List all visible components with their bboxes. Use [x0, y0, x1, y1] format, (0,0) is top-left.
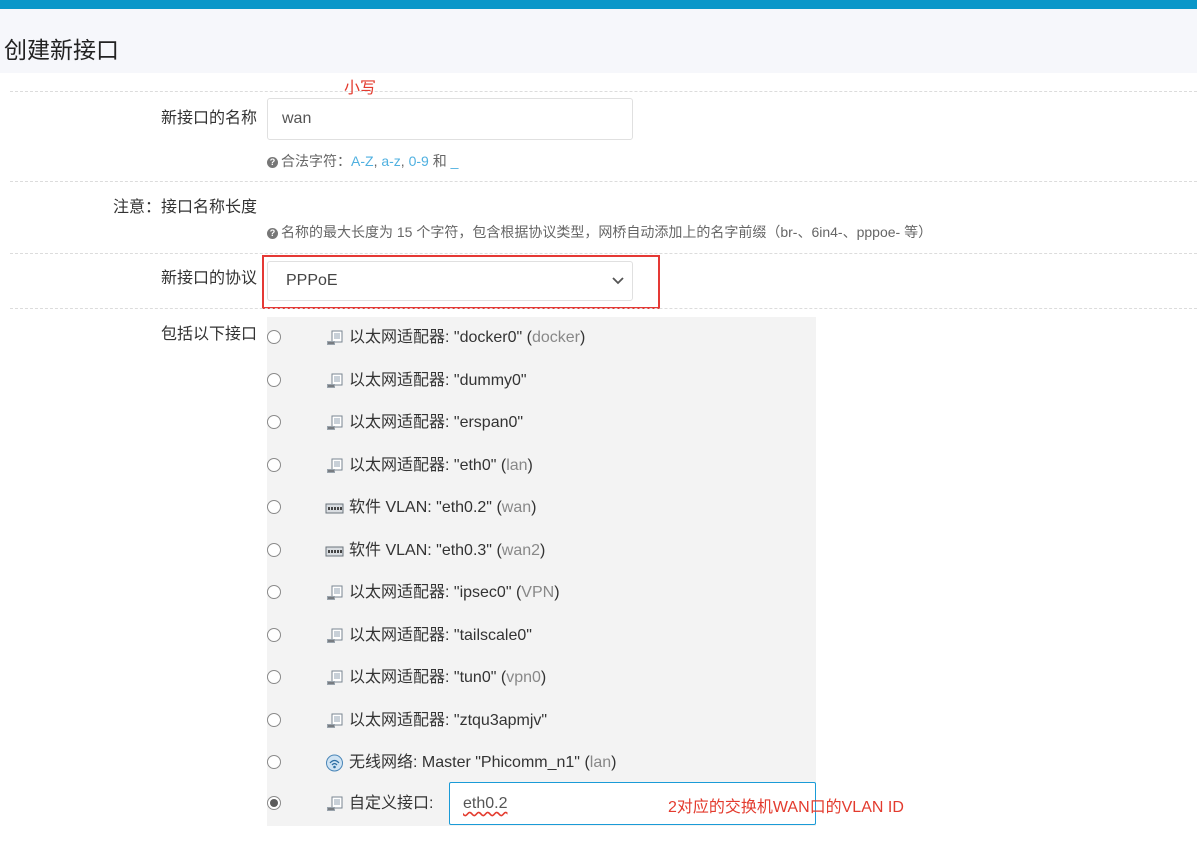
ethernet-adapter-icon: [327, 373, 343, 388]
interface-alias: vpn0: [506, 669, 541, 686]
help-icon: ?: [267, 228, 278, 239]
interface-alias: VPN: [521, 584, 555, 601]
interface-radio[interactable]: [267, 542, 281, 557]
interfaces-label: 包括以下接口: [160, 326, 257, 343]
interface-radio[interactable]: [267, 500, 281, 514]
name-length-note-label: 注意：接口名称长度: [112, 199, 257, 216]
ethernet-adapter-icon: [327, 330, 343, 345]
custom-interface-label: 自定义接口:: [349, 795, 434, 812]
interface-radio[interactable]: [267, 627, 281, 642]
interface-alias: wan: [501, 499, 532, 516]
interface-row: 以太网适配器: "tun0" (vpn0): [267, 657, 816, 699]
name-label: 新接口的名称: [160, 110, 257, 127]
page-title: 创建新接口: [4, 37, 119, 63]
interface-alias: docker: [531, 329, 580, 346]
ethernet-adapter-icon: [327, 415, 343, 430]
ethernet-adapter-icon: [327, 796, 343, 811]
interface-row: 软件 VLAN: "eth0.2" (wan): [267, 487, 816, 529]
vlan-switch-icon: [325, 546, 344, 556]
protocol-label: 新接口的协议: [160, 270, 257, 287]
interface-row: 以太网适配器: "tailscale0": [267, 615, 816, 657]
interface-label: 以太网适配器: "erspan0": [349, 414, 524, 431]
vlan-id-annotation: 2对应的交换机WAN口的VLAN ID: [668, 799, 904, 816]
interface-row: 以太网适配器: "docker0" (docker): [267, 317, 816, 359]
interfaces-list: 以太网适配器: "docker0" (docker) 以太网适配器: "dummy…: [267, 317, 816, 826]
interface-radio[interactable]: [267, 372, 281, 387]
top-accent-bar: [0, 0, 1197, 9]
interface-row: 以太网适配器: "ztqu3apmjv": [267, 700, 816, 742]
interface-row: 软件 VLAN: "eth0.3" (wan2): [267, 530, 816, 572]
interface-radio[interactable]: [267, 415, 281, 429]
lowercase-annotation: 小写: [344, 80, 377, 97]
interface-label: 软件 VLAN: "eth0.3" (wan2): [349, 541, 546, 559]
row-separator: [10, 308, 1197, 309]
ethernet-adapter-icon: [327, 628, 343, 643]
wifi-network-icon: [326, 754, 343, 772]
row-separator: [10, 91, 1197, 92]
interface-radio[interactable]: [267, 585, 281, 599]
page-header: 创建新接口: [0, 9, 1197, 73]
interface-row: 以太网适配器: "dummy0": [267, 360, 816, 402]
interface-radio[interactable]: [267, 670, 281, 684]
interface-label: 以太网适配器: "eth0" (lan): [349, 456, 533, 474]
interface-alias: wan2: [501, 541, 541, 559]
interface-label: 以太网适配器: "tailscale0": [349, 626, 532, 644]
interface-label: 软件 VLAN: "eth0.2" (wan): [349, 499, 537, 516]
ethernet-adapter-icon: [327, 458, 343, 473]
interface-row: 以太网适配器: "eth0" (lan): [267, 445, 816, 487]
interface-label: 以太网适配器: "ipsec0" (VPN): [349, 584, 560, 601]
interface-radio[interactable]: [267, 712, 281, 727]
row-separator: [10, 253, 1197, 254]
interface-label: 以太网适配器: "dummy0": [349, 371, 527, 389]
interface-row: 无线网络: Master "Phicomm_n1" (lan): [267, 742, 816, 784]
interface-radio[interactable]: [267, 457, 281, 472]
ethernet-adapter-icon: [327, 585, 343, 600]
protocol-selected-value: PPPoE: [286, 272, 338, 289]
vlan-switch-icon: [325, 503, 344, 514]
interface-row: 以太网适配器: "ipsec0" (VPN): [267, 572, 816, 614]
chevron-down-icon: [612, 277, 624, 285]
custom-interface-value: eth0.2: [463, 795, 508, 812]
name-hint: ? 合法字符：A-Z, a-z, 0-9 和 _: [267, 151, 458, 171]
interface-alias: lan: [589, 754, 612, 771]
ethernet-adapter-icon: [327, 713, 343, 728]
protocol-select[interactable]: PPPoE: [267, 261, 633, 301]
custom-interface-radio[interactable]: [267, 796, 281, 810]
interface-label: 以太网适配器: "docker0" (docker): [349, 329, 586, 346]
interface-label: 无线网络: Master "Phicomm_n1" (lan): [349, 754, 617, 771]
interface-row: 以太网适配器: "erspan0": [267, 402, 816, 444]
interface-alias: lan: [506, 456, 528, 474]
interface-name-input[interactable]: [267, 98, 633, 140]
name-length-hint: ? 名称的最大长度为 15 个字符，包含根据协议类型，网桥自动添加上的名字前缀（b…: [267, 222, 932, 242]
interface-radio[interactable]: [267, 330, 281, 344]
interface-label: 以太网适配器: "tun0" (vpn0): [349, 669, 547, 686]
ethernet-adapter-icon: [327, 670, 343, 685]
row-separator: [10, 181, 1197, 182]
interface-radio[interactable]: [267, 755, 281, 769]
interface-label: 以太网适配器: "ztqu3apmjv": [349, 711, 548, 729]
help-icon: ?: [267, 157, 278, 168]
